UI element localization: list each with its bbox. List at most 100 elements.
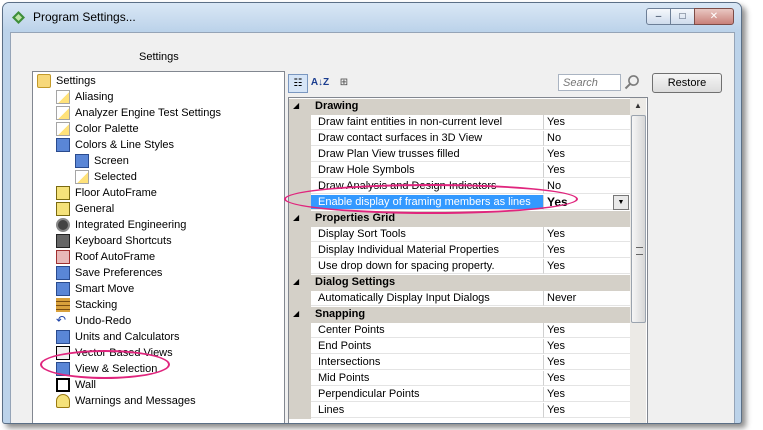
- property-value[interactable]: Yes: [544, 243, 630, 258]
- category-drawing[interactable]: ◢ Drawing: [289, 99, 630, 115]
- scroll-up-arrow[interactable]: ▲: [630, 98, 646, 114]
- tree-item-label: Warnings and Messages: [75, 395, 196, 407]
- wall-icon: [56, 378, 70, 392]
- property-row[interactable]: Perpendicular Points Yes: [289, 387, 630, 403]
- category-snapping[interactable]: ◢ Snapping: [289, 307, 630, 323]
- property-row[interactable]: Automatically Display Input Dialogs Never: [289, 291, 630, 307]
- property-value[interactable]: Yes: [544, 147, 630, 162]
- tree-item-label: Screen: [94, 155, 129, 167]
- property-value[interactable]: No: [544, 131, 630, 146]
- tree-item-label: Undo-Redo: [75, 315, 132, 327]
- property-value[interactable]: Yes: [544, 323, 630, 338]
- row-gutter: [289, 371, 311, 387]
- property-grid[interactable]: Draw faint entities in non-current level…: [288, 97, 648, 423]
- minimize-button[interactable]: –: [646, 8, 671, 25]
- alphabetical-sort-button[interactable]: A↓Z: [310, 74, 330, 93]
- property-row[interactable]: Mid Points Yes: [289, 371, 630, 387]
- row-gutter: [289, 259, 311, 275]
- tree-item-label: Integrated Engineering: [75, 219, 187, 231]
- collapse-icon[interactable]: ◢: [293, 101, 299, 110]
- property-row[interactable]: Intersections Yes: [289, 355, 630, 371]
- property-name: Draw contact surfaces in 3D View: [311, 131, 544, 146]
- category-label: Dialog Settings: [315, 276, 396, 288]
- undo-icon: ↶: [56, 313, 67, 327]
- property-name: Use drop down for spacing property.: [311, 259, 544, 274]
- screen-icon: [75, 154, 89, 168]
- restore-button[interactable]: Restore: [652, 73, 722, 93]
- property-pages-icon: ⊞: [339, 77, 349, 88]
- dropdown-arrow-icon[interactable]: ▼: [613, 195, 629, 210]
- tree-item-label: Units and Calculators: [75, 331, 180, 343]
- floor-icon: [56, 186, 70, 200]
- close-button[interactable]: ✕: [694, 8, 734, 25]
- highlight-oval-property: [284, 184, 578, 214]
- categorized-icon: ☷: [293, 78, 303, 89]
- property-row[interactable]: Use drop down for spacing property. Yes: [289, 259, 630, 275]
- property-value[interactable]: Yes: [544, 387, 630, 402]
- tree-item-label: Stacking: [75, 299, 118, 311]
- category-dialog-settings[interactable]: ◢ Dialog Settings: [289, 275, 630, 291]
- property-name: Mid Points: [311, 371, 544, 386]
- property-name: Perpendicular Points: [311, 387, 544, 402]
- property-value[interactable]: Yes: [544, 163, 630, 178]
- folder-icon: [37, 74, 51, 88]
- palette-icon: [56, 138, 70, 152]
- row-gutter: [289, 387, 311, 403]
- calculator-icon: [56, 330, 70, 344]
- title-bar[interactable]: Program Settings... – □ ✕: [3, 3, 741, 31]
- property-value[interactable]: Never: [544, 291, 630, 306]
- row-gutter: [289, 243, 311, 259]
- categorized-view-button[interactable]: ☷: [288, 74, 308, 93]
- highlight-oval-view-selection: [40, 350, 170, 379]
- scroll-thumb[interactable]: [631, 115, 646, 323]
- property-name: Display Sort Tools: [311, 227, 544, 242]
- tree-item-label: Smart Move: [75, 283, 135, 295]
- row-gutter: [289, 323, 311, 339]
- tree-item-label: Save Preferences: [75, 267, 163, 279]
- vertical-scrollbar[interactable]: ▲: [630, 98, 646, 423]
- save-icon: [56, 266, 70, 280]
- property-row[interactable]: Draw Plan View trusses filled Yes: [289, 147, 630, 163]
- property-row[interactable]: Center Points Yes: [289, 323, 630, 339]
- category-label: Properties Grid: [315, 212, 396, 224]
- window-title: Program Settings...: [33, 10, 136, 24]
- property-name: Center Points: [311, 323, 544, 338]
- tree-item-label: Colors & Line Styles: [75, 139, 175, 151]
- tree-item-label: Keyboard Shortcuts: [75, 235, 172, 247]
- property-name: Draw Plan View trusses filled: [311, 147, 544, 162]
- property-row[interactable]: Lines Yes: [289, 403, 630, 419]
- search-input[interactable]: [558, 74, 621, 91]
- collapse-icon[interactable]: ◢: [293, 277, 299, 286]
- property-value[interactable]: Yes: [544, 403, 630, 418]
- property-pages-button[interactable]: ⊞: [334, 74, 354, 93]
- property-row[interactable]: End Points Yes: [289, 339, 630, 355]
- cursor-icon: [75, 170, 89, 184]
- property-row[interactable]: Display Individual Material Properties Ye…: [289, 243, 630, 259]
- property-value[interactable]: Yes: [544, 259, 630, 274]
- property-row[interactable]: Display Sort Tools Yes: [289, 227, 630, 243]
- collapse-icon[interactable]: ◢: [293, 309, 299, 318]
- tree-item-label: Roof AutoFrame: [75, 251, 156, 263]
- property-value[interactable]: Yes: [544, 339, 630, 354]
- category-label: Drawing: [315, 100, 359, 112]
- stacking-icon: [56, 298, 70, 312]
- maximize-button[interactable]: □: [670, 8, 695, 25]
- row-gutter: [289, 131, 311, 147]
- page-icon: [56, 106, 70, 120]
- property-value[interactable]: Yes: [544, 371, 630, 386]
- property-value[interactable]: Yes: [544, 355, 630, 370]
- search-icon[interactable]: [624, 74, 640, 90]
- property-name: End Points: [311, 339, 544, 354]
- property-name: Display Individual Material Properties: [311, 243, 544, 258]
- tree-item-label: Aliasing: [75, 91, 114, 103]
- property-row[interactable]: Draw Hole Symbols Yes: [289, 163, 630, 179]
- category-label: Snapping: [315, 308, 366, 320]
- property-value[interactable]: Yes: [544, 227, 630, 242]
- property-row[interactable]: Draw contact surfaces in 3D View No: [289, 131, 630, 147]
- keyboard-icon: [56, 234, 70, 248]
- property-value[interactable]: Yes: [544, 115, 630, 130]
- property-name: Automatically Display Input Dialogs: [311, 291, 544, 306]
- warning-icon: [56, 394, 70, 408]
- property-row[interactable]: Draw faint entities in non-current level…: [289, 115, 630, 131]
- collapse-icon[interactable]: ◢: [293, 213, 299, 222]
